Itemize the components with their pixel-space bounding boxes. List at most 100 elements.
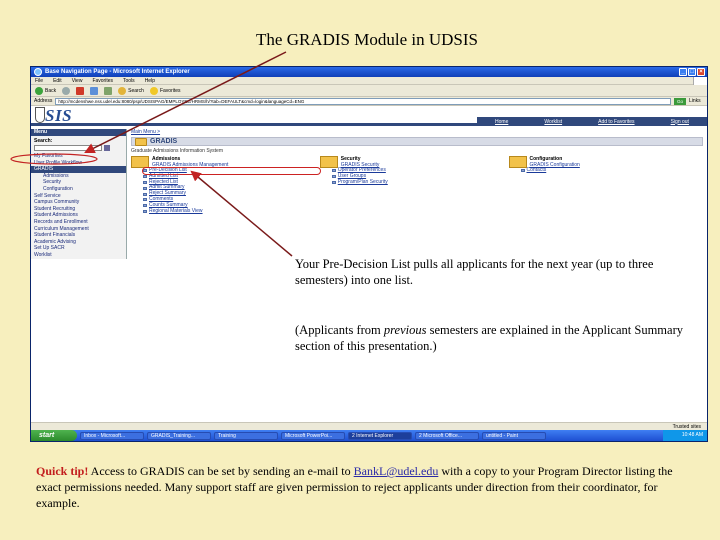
page-header: GRADIS xyxy=(131,137,703,146)
callout-previous-semesters: (Applicants from previous semesters are … xyxy=(293,322,695,354)
search-button[interactable]: Search xyxy=(118,86,144,95)
menu-item[interactable]: Records and Enrollment xyxy=(31,219,126,226)
menu-view[interactable]: View xyxy=(72,77,83,84)
browser-menubar: File Edit View Favorites Tools Help xyxy=(31,77,707,85)
search-icon xyxy=(118,86,127,95)
refresh-icon[interactable] xyxy=(90,86,99,95)
address-bar: Address http://mcdenshwe.nss.udel.edu:80… xyxy=(31,97,707,106)
page-icon xyxy=(143,209,147,213)
header-link-add-to-favorites[interactable]: Add to Favorites xyxy=(598,119,634,125)
home-icon[interactable] xyxy=(104,86,113,95)
folder-column-admissions: Admissions GRADIS Admissions Management Pr… xyxy=(131,156,321,215)
udsis-header: SIS Home Worklist Add to Favorites Sign out xyxy=(31,106,707,126)
back-arrow-icon xyxy=(35,86,43,95)
header-link-worklist[interactable]: Worklist xyxy=(544,119,562,125)
page-icon xyxy=(331,175,336,179)
taskbar-item[interactable]: 2 Microsoft Office... xyxy=(415,431,479,440)
menu-list: My Favorites User Profile Workflow GRADIS A… xyxy=(31,153,126,259)
taskbar-item[interactable]: GRADIS_Training... xyxy=(147,431,211,440)
header-link-sign-out[interactable]: Sign out xyxy=(671,119,689,125)
minimize-icon[interactable]: _ xyxy=(679,68,687,76)
menu-item[interactable]: Set Up SACR xyxy=(31,245,126,252)
menu-tools[interactable]: Tools xyxy=(123,77,135,84)
menu-item[interactable]: Configuration xyxy=(31,186,126,193)
menu-item[interactable]: Worklist xyxy=(31,252,126,259)
links-label[interactable]: Links xyxy=(689,98,707,104)
menu-item[interactable]: My Favorites xyxy=(31,153,126,160)
menu-item[interactable]: Reporting Tools xyxy=(31,259,126,260)
menu-search-label: Search: xyxy=(34,138,53,144)
windows-taskbar: start Inbox - Microsoft... GRADIS_Trainin… xyxy=(31,430,707,441)
windows-flag-icon xyxy=(693,77,707,85)
page-subtitle: Graduate Admissions Information System xyxy=(131,148,223,154)
ie-icon xyxy=(34,68,42,76)
page-title: GRADIS xyxy=(150,138,178,145)
menu-item[interactable]: Curriculum Management xyxy=(31,226,126,233)
taskbar-clock: 10:48 AM xyxy=(663,430,707,441)
link-label: Regional Materials View xyxy=(149,207,203,214)
menu-item[interactable]: Self Service xyxy=(31,193,126,200)
quick-tip-label: Quick tip! xyxy=(36,464,89,478)
header-link-home[interactable]: Home xyxy=(495,119,508,125)
page-icon xyxy=(143,180,147,184)
back-button[interactable]: Back xyxy=(35,86,56,95)
browser-title: Base Navigation Page - Microsoft Interne… xyxy=(45,69,190,75)
menu-item[interactable]: Campus Community xyxy=(31,199,126,206)
menu-item[interactable]: Student Financials xyxy=(31,232,126,239)
menu-favorites[interactable]: Favorites xyxy=(92,77,113,84)
link-label: Contacts xyxy=(526,167,547,173)
page-icon xyxy=(143,192,147,196)
menu-item[interactable]: GRADIS xyxy=(31,166,126,173)
page-icon xyxy=(520,169,525,173)
page-icon xyxy=(143,198,147,202)
folder-column-configuration: Configuration GRADIS Configuration Contact… xyxy=(508,156,698,214)
page-icon xyxy=(143,175,147,179)
page-icon xyxy=(331,180,336,184)
link-contacts[interactable]: Contacts xyxy=(520,167,698,174)
stop-icon[interactable] xyxy=(76,86,85,95)
folder-icon xyxy=(319,156,338,168)
menu-help[interactable]: Help xyxy=(145,77,155,84)
address-label: Address xyxy=(34,98,53,104)
taskbar-item[interactable]: untitled - Paint xyxy=(482,431,546,440)
menu-search-input[interactable] xyxy=(34,145,102,151)
favorites-star-icon xyxy=(149,86,158,95)
menu-file[interactable]: File xyxy=(35,77,43,84)
taskbar-item[interactable]: 2 Internet Explorer xyxy=(348,431,412,440)
taskbar-item[interactable]: Training xyxy=(214,431,278,440)
browser-toolbar: Back Search Favorites xyxy=(31,85,707,97)
menu-title: Menu xyxy=(31,129,126,136)
menu-item[interactable]: User Profile Workflow xyxy=(31,160,126,167)
menu-item[interactable]: Security xyxy=(31,179,126,186)
menu-item[interactable]: Student Recruiting xyxy=(31,206,126,213)
address-input[interactable]: http://mcdenshwe.nss.udel.edu:8080/psp/U… xyxy=(55,97,671,105)
quick-tip: Quick tip! Access to GRADIS can be set b… xyxy=(36,464,673,510)
folder-icon xyxy=(508,156,527,168)
folder-icon xyxy=(131,156,149,168)
favorites-button[interactable]: Favorites xyxy=(149,86,181,95)
start-button[interactable]: start xyxy=(31,430,77,441)
close-icon[interactable]: × xyxy=(697,68,705,76)
menu-item[interactable]: Admissions xyxy=(31,173,126,180)
maximize-icon[interactable]: □ xyxy=(688,68,696,76)
go-button[interactable]: Go xyxy=(674,97,686,105)
menu-edit[interactable]: Edit xyxy=(53,77,62,84)
folder-columns: Admissions GRADIS Admissions Management Pr… xyxy=(131,156,703,214)
taskbar-item[interactable]: Inbox - Microsoft... xyxy=(80,431,144,440)
slide-title: The GRADIS Module in UDSIS xyxy=(256,30,478,49)
menu-search-go-icon[interactable] xyxy=(104,145,110,151)
page-icon xyxy=(331,169,336,173)
breadcrumb[interactable]: Main Menu > xyxy=(131,129,703,135)
taskbar-item[interactable]: Microsoft PowerPoi... xyxy=(281,431,345,440)
email-link[interactable]: BankL@udel.edu xyxy=(354,464,439,478)
browser-screenshot: Base Navigation Page - Microsoft Interne… xyxy=(30,66,708,442)
link-regional-materials-view[interactable]: Regional Materials View xyxy=(143,207,320,215)
callout-predecision: Your Pre-Decision List pulls all applica… xyxy=(293,256,695,288)
page-icon xyxy=(143,169,147,173)
menu-item[interactable]: Student Admissions xyxy=(31,212,126,219)
link-program-plan-security[interactable]: Program/Plan Security xyxy=(331,178,509,186)
forward-arrow-icon[interactable] xyxy=(62,86,71,95)
udel-logo-icon xyxy=(35,107,45,123)
menu-item[interactable]: Academic Advising xyxy=(31,239,126,246)
link-label: Program/Plan Security xyxy=(337,178,388,185)
